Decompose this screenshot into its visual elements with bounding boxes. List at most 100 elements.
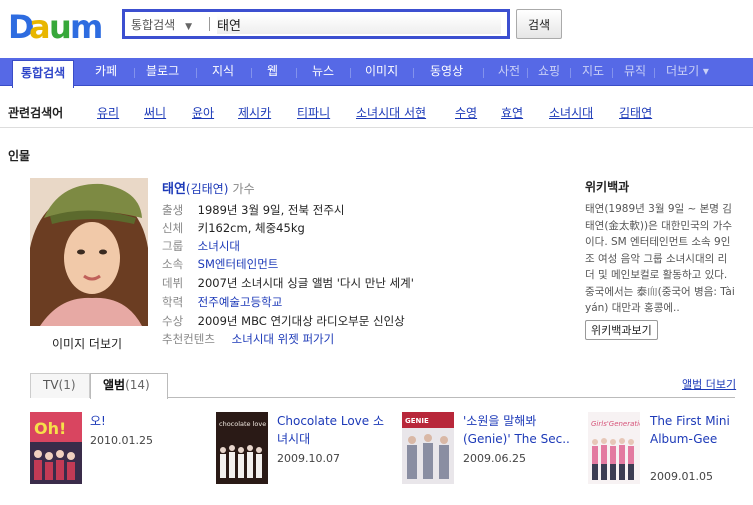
related-search-link[interactable]: 수영 [455, 104, 477, 121]
svg-text:m: m [70, 8, 101, 44]
daum-logo-mark: D a u m [8, 8, 103, 46]
tab-dictionary[interactable]: 사전 [498, 58, 520, 86]
info-key: 데뷔 [162, 276, 184, 290]
tab-knowledge[interactable]: 지식 [212, 58, 234, 86]
info-row-education: 학력 전주예술고등학교 [162, 294, 282, 310]
info-row-body: 신체 키162cm, 체중45kg [162, 220, 305, 236]
tab-separator [527, 68, 528, 78]
tab-news[interactable]: 뉴스 [312, 58, 334, 86]
album-more-link[interactable]: 앨범 더보기 [682, 376, 736, 392]
search-box: 통합검색 ▼ [122, 9, 510, 39]
album-title[interactable]: Chocolate Love 소녀시대 [277, 412, 385, 448]
tab-music[interactable]: 뮤직 [624, 58, 646, 86]
tab-integrated[interactable]: 통합검색 [12, 60, 75, 88]
svg-text:Girls'Generation: Girls'Generation [591, 420, 640, 428]
daum-logo[interactable]: D a u m [8, 6, 108, 46]
search-button[interactable]: 검색 [516, 9, 562, 39]
wiki-panel: 위키백과 태연(1989년 3월 9일 ~ 본명 김태연(金太軟))은 대한민국… [585, 178, 735, 340]
tab-web[interactable]: 웹 [267, 58, 278, 86]
info-value: 2009년 MBC 연기대상 라디오부문 신인상 [197, 314, 405, 328]
svg-text:u: u [49, 8, 70, 44]
tab-separator [196, 68, 197, 78]
info-row-recommend: 추천컨텐츠 소녀시대 위젯 퍼가기 [162, 331, 334, 347]
search-category-label: 통합검색 [131, 18, 176, 32]
album-cover[interactable]: chocolate love [216, 412, 268, 484]
tab-separator [612, 68, 613, 78]
album-cover[interactable]: Girls'Generation [588, 412, 640, 484]
tab-tv[interactable]: TV(1) [30, 373, 90, 398]
info-link[interactable]: 소녀시대 [198, 239, 240, 253]
info-value: 2007년 소녀시대 싱글 앨범 '다시 만난 세계' [197, 276, 414, 290]
tab-shopping[interactable]: 쇼핑 [538, 58, 560, 86]
chevron-down-icon: ▼ [185, 22, 193, 32]
info-key: 출생 [162, 203, 184, 217]
info-row-agency: 소속 SM엔터테인먼트 [162, 256, 278, 272]
related-search-link[interactable]: 티파니 [297, 104, 330, 121]
tab-video[interactable]: 동영상 [430, 58, 463, 86]
more-images-link[interactable]: 이미지 더보기 [52, 335, 122, 352]
wiki-view-button[interactable]: 위키백과보기 [585, 319, 658, 340]
tab-more[interactable]: 더보기 ▾ [666, 58, 709, 86]
svg-text:Oh!: Oh! [34, 419, 66, 438]
album-cover-image: Girls'Generation [588, 412, 640, 484]
info-key: 소속 [162, 257, 184, 271]
tab-cafe[interactable]: 카페 [95, 58, 117, 86]
tab-tv-label: TV [43, 378, 59, 392]
wiki-summary: 태연(1989년 3월 9일 ~ 본명 김태연(金太軟))은 대한민국의 가수이… [585, 203, 735, 314]
person-name[interactable]: 태연 [162, 182, 186, 197]
album-cover-image: Oh! [30, 412, 82, 484]
album-title[interactable]: The First Mini Album-Gee [650, 412, 732, 448]
search-divider [209, 17, 210, 31]
album-cover[interactable]: GENIE [402, 412, 454, 484]
album-cover-image: chocolate love [216, 412, 268, 484]
related-search-link[interactable]: 윤아 [192, 104, 214, 121]
related-search-link[interactable]: 소녀시대 서현 [356, 104, 426, 121]
info-row-group: 그룹 소녀시대 [162, 238, 240, 254]
album-date: 2009.01.05 [650, 470, 713, 483]
tab-separator [654, 68, 655, 78]
tab-map[interactable]: 지도 [582, 58, 604, 86]
album-cover-image: GENIE [402, 412, 454, 484]
tab-separator [251, 68, 252, 78]
info-key: 학력 [162, 295, 184, 309]
album-cover[interactable]: Oh! [30, 412, 82, 484]
info-value: 키162cm, 체중45kg [197, 221, 305, 235]
tab-separator [413, 68, 414, 78]
info-link[interactable]: 전주예술고등학교 [198, 295, 283, 309]
tab-image[interactable]: 이미지 [365, 58, 398, 86]
info-row-birth: 출생 1989년 3월 9일, 전북 전주시 [162, 202, 344, 218]
person-real-name: (김태연) [185, 182, 229, 196]
tab-separator [350, 68, 351, 78]
related-search-link[interactable]: 제시카 [238, 104, 271, 121]
album-date: 2009.10.07 [277, 452, 340, 465]
person-photo[interactable] [30, 178, 148, 326]
search-category-select[interactable]: 통합검색 ▼ [131, 16, 192, 33]
media-tabs: TV(1) 앨범(14) [30, 373, 735, 399]
tab-blog[interactable]: 블로그 [146, 58, 179, 86]
wiki-title: 위키백과 [585, 180, 630, 194]
person-photo-image [30, 178, 148, 326]
tab-album-count: (14) [125, 378, 150, 392]
album-title[interactable]: 오! [90, 412, 200, 430]
info-row-debut: 데뷔 2007년 소녀시대 싱글 앨범 '다시 만난 세계' [162, 275, 414, 291]
tab-separator [570, 68, 571, 78]
svg-text:a: a [29, 8, 49, 44]
person-name-line: 태연(김태연) 가수 [162, 178, 255, 197]
widget-link[interactable]: 소녀시대 위젯 퍼가기 [232, 332, 335, 346]
related-search-link[interactable]: 효연 [501, 104, 523, 121]
tab-tv-count: (1) [58, 378, 76, 392]
info-link[interactable]: SM엔터테인먼트 [198, 257, 279, 271]
search-tab-bar: 통합검색 카페 블로그 지식 웹 뉴스 이미지 동영상 사전 쇼핑 지도 뮤직 … [0, 58, 753, 88]
related-search-link[interactable]: 소녀시대 [549, 104, 593, 121]
tab-album[interactable]: 앨범(14) [90, 373, 168, 399]
album-title[interactable]: '소원을 말해봐 (Genie)' The Sec.. [463, 412, 575, 448]
search-input[interactable] [217, 14, 501, 34]
related-searches-title: 관련검색어 [8, 106, 64, 120]
related-search-link[interactable]: 김태연 [619, 104, 652, 121]
svg-text:GENIE: GENIE [405, 417, 429, 425]
related-search-link[interactable]: 유리 [97, 104, 119, 121]
tab-separator [134, 68, 135, 78]
person-job: 가수 [232, 182, 255, 196]
svg-text:chocolate love: chocolate love [219, 420, 266, 428]
related-search-link[interactable]: 써니 [144, 104, 166, 121]
